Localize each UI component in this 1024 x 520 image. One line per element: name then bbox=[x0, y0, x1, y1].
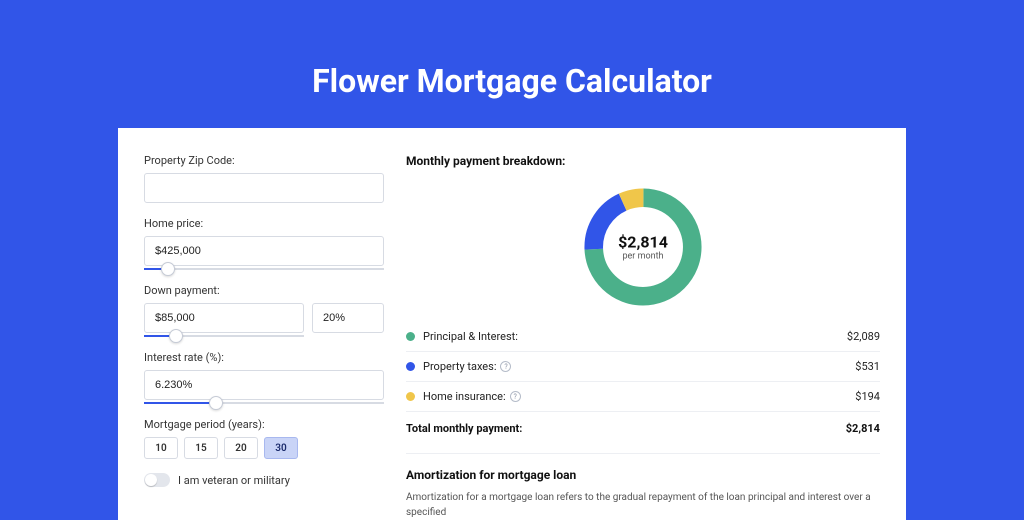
legend-label: Home insurance: ? bbox=[423, 390, 855, 403]
period-field: Mortgage period (years): 10 15 20 30 bbox=[144, 418, 384, 459]
breakdown-column: Monthly payment breakdown: $2,814 per mo… bbox=[406, 154, 880, 520]
legend-row-insurance: Home insurance: ? $194 bbox=[406, 382, 880, 412]
legend-text: Property taxes: bbox=[423, 360, 496, 373]
total-label: Total monthly payment: bbox=[406, 422, 846, 435]
dot-icon bbox=[406, 332, 415, 341]
veteran-label: I am veteran or military bbox=[178, 474, 290, 487]
form-column: Property Zip Code: Home price: Down paym… bbox=[144, 154, 384, 520]
donut-amount: $2,814 bbox=[618, 233, 668, 252]
donut-sub: per month bbox=[618, 252, 668, 262]
legend-row-total: Total monthly payment: $2,814 bbox=[406, 412, 880, 445]
calculator-card: Property Zip Code: Home price: Down paym… bbox=[118, 128, 906, 520]
help-icon[interactable]: ? bbox=[500, 361, 511, 372]
interest-slider[interactable] bbox=[144, 402, 384, 404]
legend-text: Home insurance: bbox=[423, 390, 506, 403]
period-btn-20[interactable]: 20 bbox=[224, 437, 258, 459]
home-price-input[interactable] bbox=[144, 236, 384, 266]
amortization-text: Amortization for a mortgage loan refers … bbox=[406, 490, 880, 520]
zip-label: Property Zip Code: bbox=[144, 154, 384, 167]
help-icon[interactable]: ? bbox=[510, 391, 521, 402]
amortization-section: Amortization for mortgage loan Amortizat… bbox=[406, 453, 880, 520]
veteran-toggle-row: I am veteran or military bbox=[144, 473, 384, 487]
legend-row-taxes: Property taxes: ? $531 bbox=[406, 352, 880, 382]
legend-value: $194 bbox=[855, 390, 880, 403]
home-price-label: Home price: bbox=[144, 217, 384, 230]
period-btn-10[interactable]: 10 bbox=[144, 437, 178, 459]
zip-field: Property Zip Code: bbox=[144, 154, 384, 203]
toggle-knob bbox=[145, 474, 157, 486]
legend: Principal & Interest: $2,089 Property ta… bbox=[406, 322, 880, 445]
breakdown-title: Monthly payment breakdown: bbox=[406, 154, 880, 168]
donut-chart-wrap: $2,814 per month bbox=[406, 176, 880, 322]
home-price-slider[interactable] bbox=[144, 268, 384, 270]
period-label: Mortgage period (years): bbox=[144, 418, 384, 431]
slider-thumb[interactable] bbox=[161, 262, 175, 276]
period-btn-15[interactable]: 15 bbox=[184, 437, 218, 459]
legend-value: $531 bbox=[855, 360, 880, 373]
period-options: 10 15 20 30 bbox=[144, 437, 384, 459]
down-payment-label: Down payment: bbox=[144, 284, 384, 297]
down-payment-pct-input[interactable] bbox=[312, 303, 384, 333]
zip-input[interactable] bbox=[144, 173, 384, 203]
down-payment-slider[interactable] bbox=[144, 335, 304, 337]
down-payment-amount-input[interactable] bbox=[144, 303, 304, 333]
donut-center: $2,814 per month bbox=[618, 233, 668, 262]
donut-chart: $2,814 per month bbox=[578, 182, 708, 312]
page-title: Flower Mortgage Calculator bbox=[0, 0, 1024, 128]
legend-label: Property taxes: ? bbox=[423, 360, 855, 373]
legend-row-principal: Principal & Interest: $2,089 bbox=[406, 322, 880, 352]
legend-value: $2,089 bbox=[847, 330, 880, 343]
period-btn-30[interactable]: 30 bbox=[264, 437, 298, 459]
slider-thumb[interactable] bbox=[169, 329, 183, 343]
home-price-field: Home price: bbox=[144, 217, 384, 270]
slider-thumb[interactable] bbox=[209, 396, 223, 410]
dot-icon bbox=[406, 392, 415, 401]
interest-field: Interest rate (%): bbox=[144, 351, 384, 404]
down-payment-field: Down payment: bbox=[144, 284, 384, 337]
dot-icon bbox=[406, 362, 415, 371]
veteran-toggle[interactable] bbox=[144, 473, 170, 487]
interest-label: Interest rate (%): bbox=[144, 351, 384, 364]
total-value: $2,814 bbox=[846, 422, 880, 435]
amortization-title: Amortization for mortgage loan bbox=[406, 468, 880, 482]
interest-input[interactable] bbox=[144, 370, 384, 400]
legend-label: Principal & Interest: bbox=[423, 330, 847, 343]
